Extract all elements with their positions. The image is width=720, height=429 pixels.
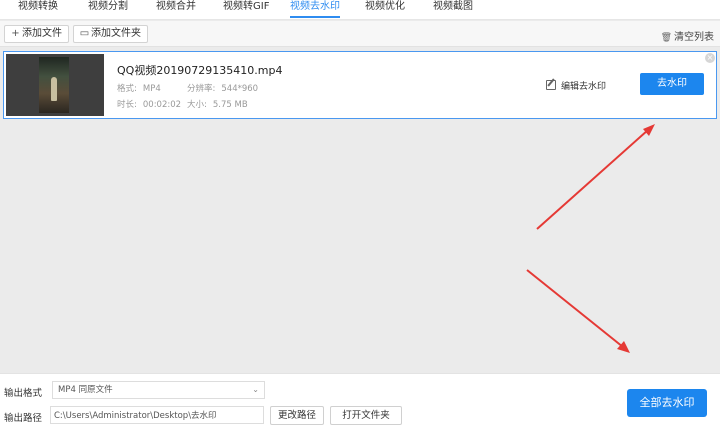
tab-video-split[interactable]: 视频分割 (88, 0, 128, 20)
size-meta: 大小: 5.75 MB (187, 100, 248, 110)
remove-all-watermark-button[interactable]: 全部去水印 (627, 389, 707, 417)
remove-item-close-icon[interactable]: × (705, 53, 715, 63)
output-settings-bar: 输出格式 MP4 同原文件 ⌄ 输出路径 更改路径 打开文件夹 全部去水印 (0, 373, 720, 429)
edit-watermark-label: 编辑去水印 (561, 82, 607, 92)
tab-video-optimize[interactable]: 视频优化 (365, 0, 405, 20)
output-format-label: 输出格式 (4, 388, 43, 399)
resolution-meta: 分辨率: 544*960 (187, 84, 259, 94)
video-thumbnail (6, 54, 104, 116)
file-list: QQ视频20190729135410.mp4 格式: MP4 分辨率: 544*96… (0, 47, 720, 373)
clear-list-label: 清空列表 (674, 32, 714, 43)
output-format-select[interactable]: MP4 同原文件 ⌄ (52, 381, 265, 399)
output-format-value: MP4 同原文件 (58, 385, 113, 395)
add-folder-label: 添加文件夹 (91, 28, 141, 39)
output-path-label: 输出路径 (4, 413, 43, 424)
edit-icon (546, 80, 556, 90)
remove-watermark-button[interactable]: 去水印 (640, 73, 704, 95)
edit-watermark-button[interactable]: 编辑去水印 (546, 79, 606, 92)
tab-video-merge[interactable]: 视频合并 (156, 0, 196, 20)
toolbar: + 添加文件 ▭ 添加文件夹 🗑︎ 清空列表 (0, 21, 720, 47)
tab-bar: 视频转换 视频分割 视频合并 视频转GIF 视频去水印 视频优化 视频截图 (0, 0, 720, 20)
output-path-input[interactable] (50, 406, 264, 424)
change-path-button[interactable]: 更改路径 (270, 406, 324, 425)
tab-video-convert[interactable]: 视频转换 (18, 0, 58, 20)
tab-video-remove-watermark[interactable]: 视频去水印 (290, 0, 340, 20)
add-folder-button[interactable]: ▭ 添加文件夹 (73, 25, 148, 43)
add-file-label: 添加文件 (22, 28, 62, 39)
trash-icon: 🗑︎ (660, 33, 672, 43)
chevron-down-icon: ⌄ (252, 385, 259, 394)
duration-meta: 时长: 00:02:02 (117, 100, 182, 110)
folder-icon: ▭ (79, 28, 90, 39)
file-name: QQ视频20190729135410.mp4 (117, 64, 283, 77)
tab-video-screenshot[interactable]: 视频截图 (433, 0, 473, 20)
file-list-item[interactable]: QQ视频20190729135410.mp4 格式: MP4 分辨率: 544*96… (3, 51, 717, 119)
format-meta: 格式: MP4 (117, 84, 161, 94)
open-folder-button[interactable]: 打开文件夹 (330, 406, 402, 425)
plus-icon: + (11, 28, 20, 39)
tab-video-to-gif[interactable]: 视频转GIF (223, 0, 269, 20)
clear-list-button[interactable]: 🗑︎ 清空列表 (661, 28, 714, 43)
add-file-button[interactable]: + 添加文件 (4, 25, 69, 43)
